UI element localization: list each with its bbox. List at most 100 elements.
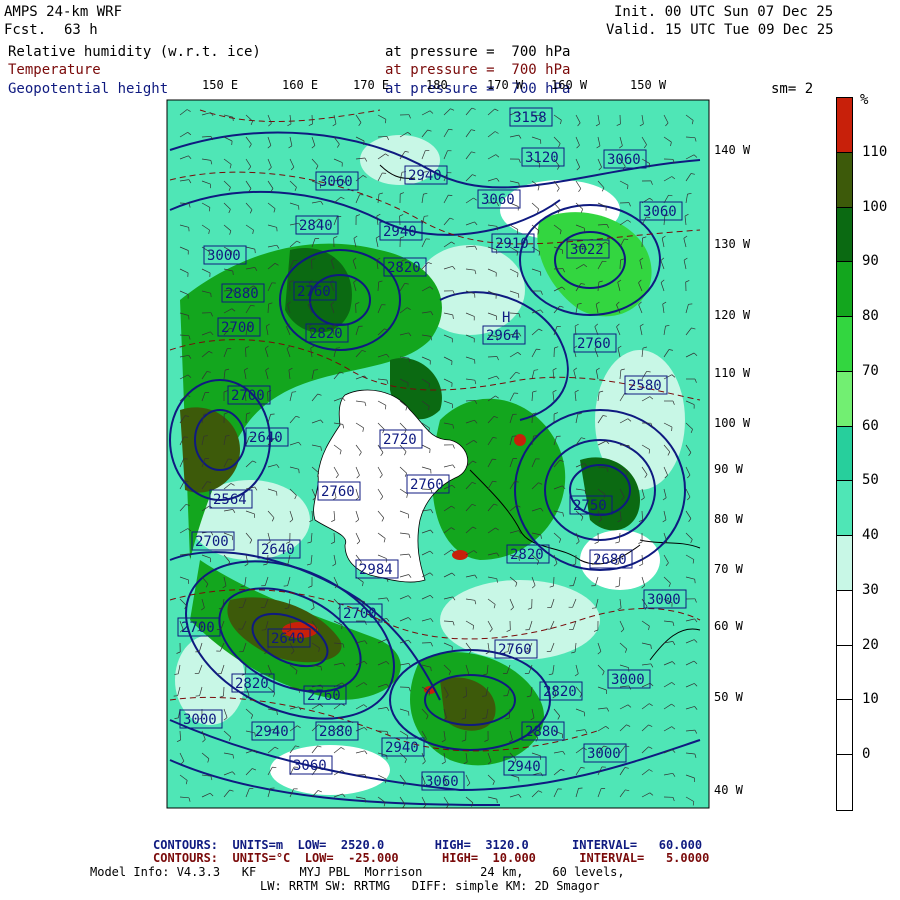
svg-text:3060: 3060: [425, 774, 459, 790]
height-contour-label: 2940: [503, 756, 547, 776]
height-contour-label: 2680: [589, 549, 633, 569]
height-contour-label: 2700: [339, 603, 383, 623]
map-panel: 3158 3120 3060 3060 2940 3060 3060 2910 3022 2840…: [166, 99, 710, 809]
height-contour-label: 2640: [257, 539, 301, 559]
height-contour-label: 2880: [521, 721, 565, 741]
legend-tick-label: 20: [862, 636, 879, 653]
svg-text:2700: 2700: [343, 606, 377, 622]
high-marker: H: [502, 310, 510, 326]
legend-tick-label: 0: [862, 746, 871, 763]
svg-text:3000: 3000: [587, 746, 621, 762]
svg-text:2564: 2564: [213, 492, 247, 508]
wind-barb-flag: [496, 799, 498, 804]
svg-text:2820: 2820: [543, 684, 577, 700]
height-contour-label: 2564: [209, 489, 253, 509]
svg-text:3000: 3000: [611, 672, 645, 688]
height-contour-label: 2820: [383, 257, 427, 277]
svg-text:2640: 2640: [249, 430, 283, 446]
wind-barb: [553, 576, 555, 587]
svg-text:2880: 2880: [319, 724, 353, 740]
legend-swatch: [837, 152, 852, 208]
height-contour-label: 2760: [303, 685, 347, 705]
legend-swatch: [837, 755, 852, 810]
svg-text:3022: 3022: [570, 242, 604, 258]
wind-barb-flag: [627, 185, 629, 190]
height-contour-label: 3000: [607, 669, 651, 689]
height-contour-label: 2820: [231, 673, 275, 693]
svg-text:2820: 2820: [235, 676, 269, 692]
wind-barb-flag: [298, 469, 300, 474]
height-contour-label: 2940: [381, 737, 425, 757]
height-contour-label: 2700: [191, 531, 235, 551]
wind-barb-flag: [254, 249, 256, 254]
height-contour-label: 2640: [245, 427, 289, 447]
wind-barb: [619, 444, 630, 446]
legend-tick-label: 80: [862, 308, 879, 325]
height-contour-label: 2750: [569, 495, 613, 515]
legend-swatch: [837, 426, 852, 482]
svg-text:2820: 2820: [387, 260, 421, 276]
wind-barb: [619, 259, 621, 270]
svg-text:2940: 2940: [507, 759, 541, 775]
height-contour-label: 2880: [221, 283, 265, 303]
wind-barb-flag: [448, 194, 453, 196]
legend-tick-label: 10: [862, 691, 879, 708]
svg-text:2640: 2640: [261, 542, 295, 558]
legend-tick-label: 40: [862, 527, 879, 544]
legend-swatch: [837, 98, 852, 153]
wind-barb-flag: [292, 391, 297, 393]
height-contour-label: 2940: [379, 221, 423, 241]
svg-text:2700: 2700: [181, 620, 215, 636]
svg-text:2760: 2760: [321, 484, 355, 500]
legend-swatch: [837, 590, 852, 646]
legend-swatch: [837, 481, 852, 537]
height-contour-label: 2820: [506, 544, 550, 564]
svg-text:3120: 3120: [525, 150, 559, 166]
height-contour-label: 3060: [315, 171, 359, 191]
wind-barb: [465, 708, 467, 719]
svg-text:3000: 3000: [647, 592, 681, 608]
physics-info: LW: RRTM SW: RRTMG DIFF: simple KM: 2D S…: [260, 879, 600, 893]
height-contour-label: 2720: [379, 429, 423, 449]
svg-text:2840: 2840: [299, 218, 333, 234]
svg-text:2750: 2750: [573, 498, 607, 514]
legend-swatch: [837, 371, 852, 427]
height-contour-label: 2700: [227, 385, 271, 405]
svg-text:2880: 2880: [225, 286, 259, 302]
svg-text:2820: 2820: [309, 326, 343, 342]
height-contour-label: 3158: [509, 107, 553, 127]
legend-tick-label: 70: [862, 362, 879, 379]
svg-text:2940: 2940: [385, 740, 419, 756]
svg-text:3060: 3060: [319, 174, 353, 190]
svg-text:2984: 2984: [359, 562, 393, 578]
legend-tick-label: 110: [862, 143, 888, 160]
wind-barb: [223, 686, 225, 697]
wind-barb-flag: [385, 405, 387, 410]
svg-text:2910: 2910: [495, 236, 529, 252]
temperature-contour-info: CONTOURS: UNITS=°C LOW= -25.000 HIGH= 10…: [153, 851, 710, 865]
svg-text:3060: 3060: [481, 192, 515, 208]
svg-text:2640: 2640: [271, 631, 305, 647]
height-contour-label: 3060: [477, 189, 521, 209]
legend-tick-label: 30: [862, 581, 879, 598]
wind-barb: [641, 237, 643, 248]
height-contour-label: 2580: [624, 375, 668, 395]
legend-swatch: [837, 317, 852, 372]
svg-text:2964: 2964: [486, 328, 520, 344]
svg-text:2820: 2820: [510, 547, 544, 563]
svg-text:2700: 2700: [221, 320, 255, 336]
svg-text:2940: 2940: [383, 224, 417, 240]
wind-barb-flag: [424, 215, 429, 217]
height-contour-label: 3060: [289, 755, 333, 775]
height-contour-label: 3000: [583, 743, 627, 763]
svg-text:2760: 2760: [410, 477, 444, 493]
svg-text:2760: 2760: [498, 642, 532, 658]
legend-swatch: [837, 700, 852, 756]
wind-barb-flag: [694, 579, 696, 584]
legend-unit: %: [860, 92, 869, 108]
wind-barb: [245, 347, 247, 358]
wind-barb: [487, 356, 498, 358]
svg-text:2940: 2940: [408, 168, 442, 184]
legend-swatch: [837, 262, 852, 318]
height-contour-label: 2700: [177, 617, 221, 637]
